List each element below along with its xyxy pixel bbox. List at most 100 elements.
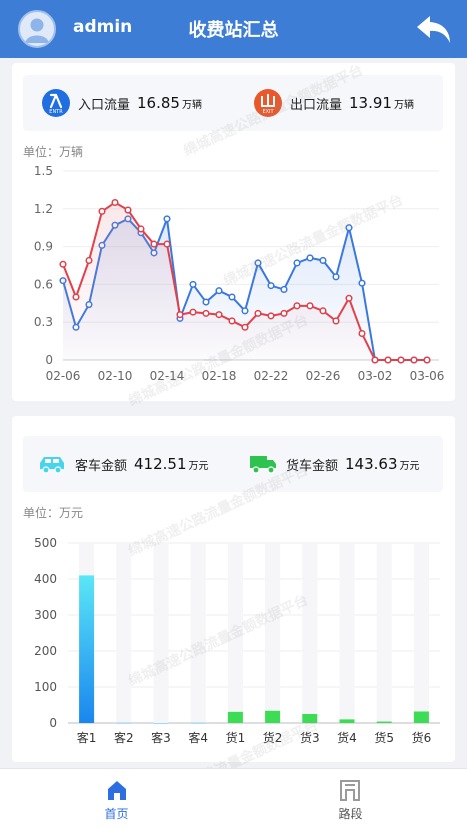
y-tick-label: 500 (34, 536, 57, 550)
truck-bar (227, 711, 243, 723)
data-point (72, 293, 80, 301)
exit-traffic: EXIT 出口流量 13.91 万辆 (254, 75, 414, 131)
data-point (423, 356, 431, 364)
y-tick-label: 100 (34, 680, 57, 694)
data-point (137, 225, 145, 233)
home-icon (108, 781, 126, 800)
y-tick-label: 0.9 (34, 240, 53, 254)
toll-gate-icon (340, 780, 360, 801)
data-point (293, 259, 301, 267)
data-point (176, 311, 184, 319)
svg-text:EXIT: EXIT (262, 109, 274, 115)
car-bar (116, 722, 132, 724)
back-arrow-icon (417, 16, 450, 43)
y-tick-label: 1.5 (34, 164, 53, 178)
back-button[interactable] (415, 12, 453, 46)
car-amount: 客车金额 412.51 万元 (37, 436, 209, 492)
traffic-summary: ENTR 入口流量 16.85 万辆 EXIT 出口流量 13.91 万辆 (23, 75, 443, 131)
data-point (319, 256, 327, 265)
data-point (410, 356, 418, 364)
data-point (111, 198, 119, 207)
category-label: 客1 (77, 730, 97, 745)
data-point (267, 282, 275, 290)
category-label: 货4 (337, 730, 357, 745)
amount-summary: 客车金额 412.51 万元 货车金额 143.63 万元 (23, 436, 443, 492)
x-tick-label: 02-14 (150, 369, 185, 383)
category-label: 货6 (412, 730, 432, 745)
category-label: 客4 (188, 730, 208, 745)
data-point (280, 285, 288, 293)
data-point (254, 259, 262, 267)
bar-track (376, 543, 392, 723)
data-point (189, 308, 197, 316)
truck-amount-label: 货车金额 (286, 458, 339, 474)
series-area (63, 202, 427, 360)
data-point (59, 260, 67, 268)
data-point (397, 356, 405, 364)
header-bar: admin 收费站汇总 (0, 0, 467, 58)
data-point (306, 302, 314, 310)
exit-value: 13.91 (349, 94, 392, 112)
data-point (163, 240, 171, 248)
x-tick-label: 03-06 (410, 369, 445, 383)
bar-track (190, 543, 206, 723)
data-point (358, 329, 366, 338)
entry-unit: 万辆 (181, 99, 202, 111)
y-tick-label: 200 (34, 644, 57, 658)
bar-track (116, 543, 132, 723)
category-label: 货2 (263, 730, 283, 745)
y-tick-label: 0 (45, 353, 53, 367)
bar-track (153, 543, 169, 723)
car-bar (190, 722, 206, 724)
y-tick-label: 300 (34, 608, 57, 622)
data-point (280, 309, 288, 317)
truck-amount: 货车金额 143.63 万元 (248, 436, 420, 492)
data-point (202, 309, 210, 317)
traffic-card: ENTR 入口流量 16.85 万辆 EXIT 出口流量 13.91 万辆 单位… (12, 63, 455, 401)
bar-track (265, 543, 281, 723)
category-label: 货1 (226, 730, 246, 745)
data-point (241, 307, 249, 315)
exit-icon: EXIT (254, 89, 282, 117)
entry-label: 入口流量 (78, 97, 131, 113)
page-title: 收费站汇总 (188, 20, 279, 41)
data-point (332, 273, 340, 281)
data-point (228, 317, 236, 325)
nav-road[interactable]: 路段 (234, 769, 467, 829)
category-label: 客2 (114, 730, 134, 745)
amount-bar-chart: 0 100 200 300 400 500 客1 客2 客3 客4 货1 货2 货3 货4 货5 货6 (34, 536, 440, 745)
data-point (332, 317, 340, 325)
y-tick-label: 1.2 (34, 202, 53, 216)
x-tick-label: 03-02 (358, 369, 393, 383)
data-point (202, 298, 210, 306)
data-point (163, 215, 171, 223)
car-bar (79, 575, 95, 723)
nav-home[interactable]: 首页 (0, 769, 233, 829)
x-tick-label: 02-18 (202, 369, 237, 383)
car-icon (40, 457, 64, 474)
truck-bar (339, 719, 355, 723)
category-label: 客3 (151, 730, 171, 745)
car-amount-label: 客车金额 (75, 458, 128, 474)
car-amount-unit: 万元 (188, 460, 209, 472)
category-label: 货5 (374, 730, 394, 745)
traffic-line-chart: 0 0.3 0.6 0.9 1.2 1.5 02-06 02-10 02-14 02-18 02-2… (34, 164, 445, 383)
data-point (215, 311, 223, 319)
exit-unit: 万辆 (393, 99, 414, 111)
y-tick-label: 0.6 (34, 277, 53, 291)
category-label: 货3 (300, 730, 320, 745)
truck-amount-value: 143.63 (345, 455, 398, 473)
data-point (358, 279, 366, 287)
data-point (371, 356, 379, 364)
bar-track (413, 543, 429, 723)
data-point (241, 323, 249, 331)
data-point (124, 206, 132, 214)
car-bar (153, 723, 169, 724)
amount-card: 客车金额 412.51 万元 货车金额 143.63 万元 单位：万元 0 100… (12, 416, 455, 762)
truck-bar (376, 721, 392, 723)
x-tick-label: 02-26 (306, 369, 341, 383)
data-point (150, 240, 158, 248)
y-tick-label: 0.3 (34, 315, 53, 329)
nav-road-label: 路段 (338, 807, 363, 821)
data-point (85, 256, 93, 265)
